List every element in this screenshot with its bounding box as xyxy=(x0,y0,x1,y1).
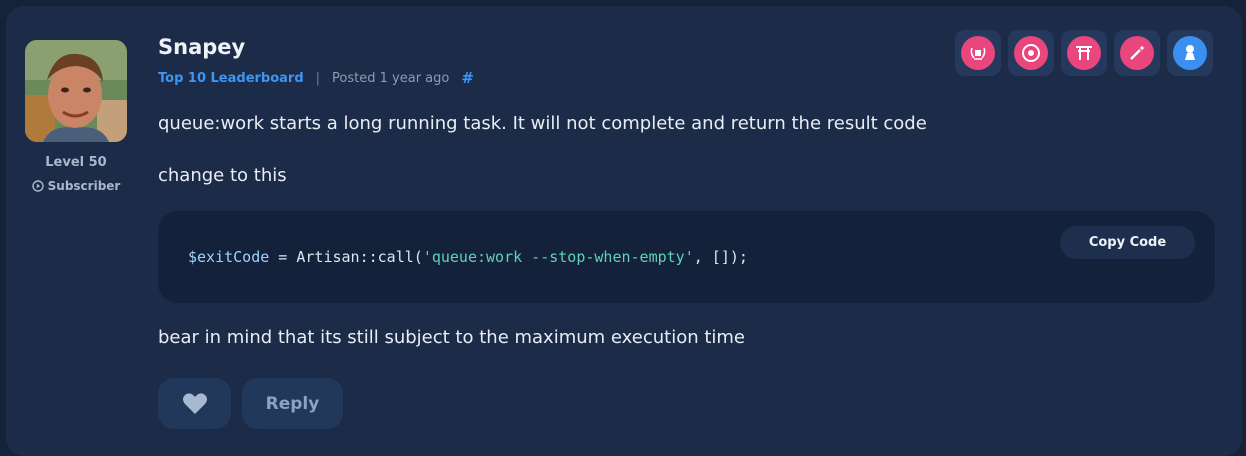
badge-torii[interactable] xyxy=(1061,30,1107,76)
user-level: Level 50 xyxy=(45,155,107,170)
magic-wand-badge-icon xyxy=(1120,36,1154,70)
author-name[interactable]: Snapey xyxy=(158,35,245,59)
flower-badge-icon xyxy=(1014,36,1048,70)
copy-code-button[interactable]: Copy Code xyxy=(1060,226,1195,259)
torii-gate-badge-icon xyxy=(1067,36,1101,70)
like-button[interactable] xyxy=(158,378,231,429)
subscriber-text: Subscriber xyxy=(47,179,121,193)
post-paragraph: bear in mind that its still subject to t… xyxy=(158,327,746,348)
badge-laurel[interactable] xyxy=(955,30,1001,76)
code-block: $exitCode = Artisan::call('queue:work --… xyxy=(158,211,1215,303)
code-variable: $exitCode xyxy=(188,248,270,266)
leaderboard-link[interactable]: Top 10 Leaderboard xyxy=(158,71,304,86)
reply-button[interactable]: Reply xyxy=(242,378,343,429)
code-args: , []); xyxy=(693,248,748,266)
post-paragraph: queue:work starts a long running task. I… xyxy=(158,113,927,134)
post-paragraph: change to this xyxy=(158,165,287,186)
badge-list xyxy=(955,30,1213,76)
badge-doll[interactable] xyxy=(1167,30,1213,76)
code-string: 'queue:work --stop-when-empty' xyxy=(422,248,694,266)
meta-separator: | xyxy=(315,70,321,86)
posted-time: Posted 1 year ago xyxy=(332,70,450,86)
laurel-badge-icon xyxy=(961,36,995,70)
permalink[interactable]: # xyxy=(461,69,474,87)
badge-flower[interactable] xyxy=(1008,30,1054,76)
subscriber-label: Subscriber xyxy=(25,179,127,193)
play-circle-icon xyxy=(31,180,44,192)
heart-icon xyxy=(182,392,207,414)
user-avatar-photo xyxy=(25,40,127,142)
code-line: $exitCode = Artisan::call('queue:work --… xyxy=(188,248,748,266)
code-call: = Artisan::call( xyxy=(269,248,423,266)
doll-badge-icon xyxy=(1173,36,1207,70)
avatar[interactable] xyxy=(25,40,127,142)
badge-wand[interactable] xyxy=(1114,30,1160,76)
post-meta: Top 10 Leaderboard | Posted 1 year ago # xyxy=(158,69,474,87)
